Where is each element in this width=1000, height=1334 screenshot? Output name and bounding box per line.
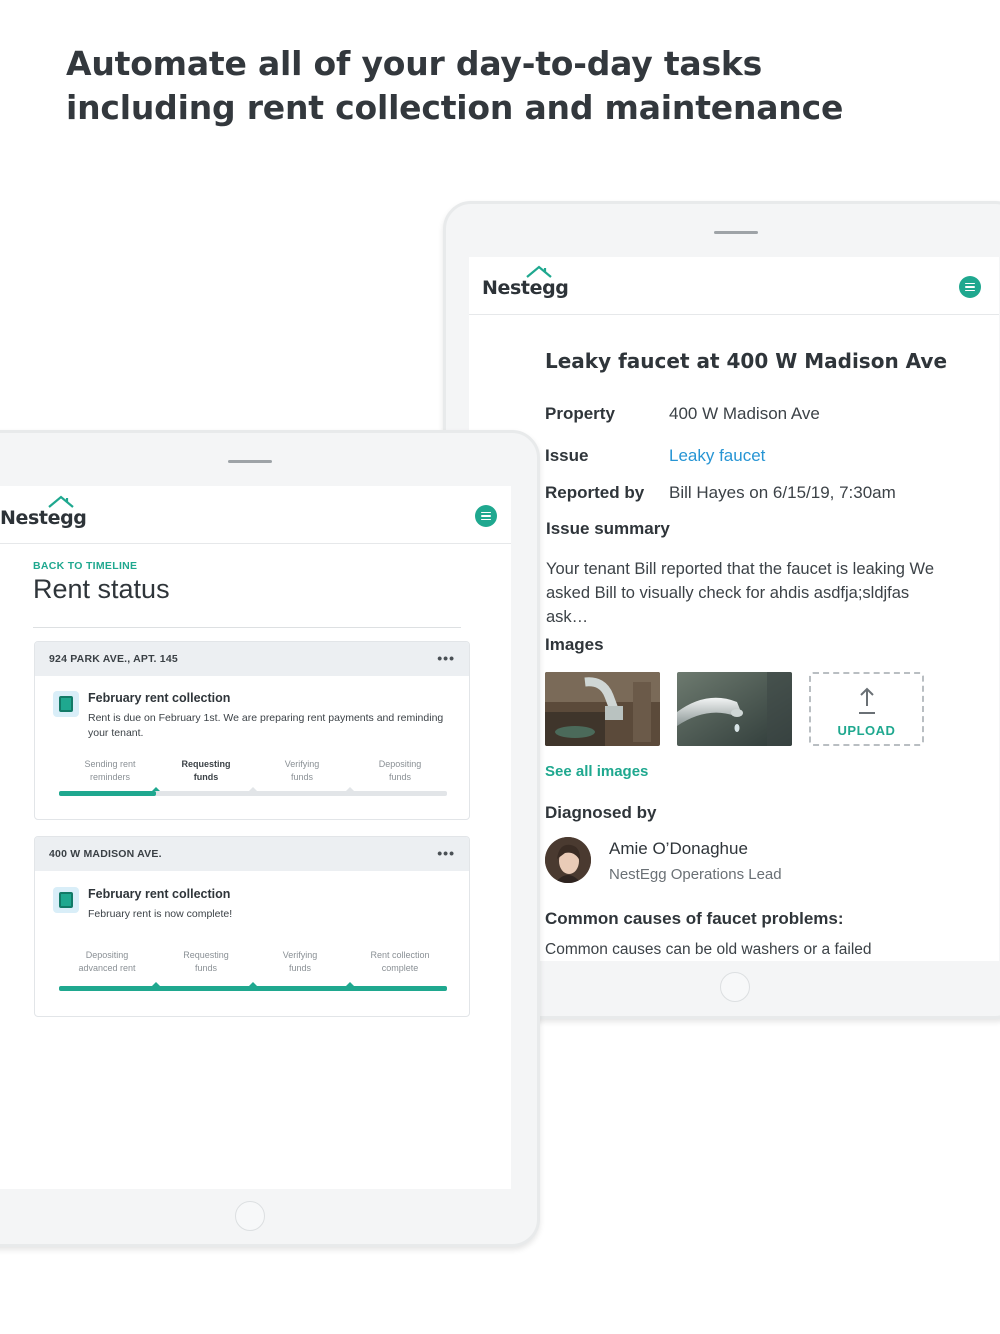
rent-card-description: February rent is now complete! <box>88 908 233 920</box>
rent-card-description: Rent is due on February 1st. We are prep… <box>88 712 444 739</box>
step-label: Requesting funds <box>181 759 231 782</box>
maintenance-screen: Nestegg Leaky faucet at 400 W Madison Av… <box>469 257 999 961</box>
issue-title: Leaky faucet at 400 W Madison Ave <box>545 349 948 373</box>
house-roof-icon <box>526 265 552 278</box>
progress-fill <box>59 791 156 796</box>
diagnosed-by-role: NestEgg Operations Lead <box>609 866 782 883</box>
rent-card[interactable]: 924 PARK AVE., APT. 145 ••• February ren… <box>34 641 470 820</box>
nestegg-logo[interactable]: Nestegg <box>482 265 569 299</box>
rent-card-header: 400 W MADISON AVE. ••• <box>35 837 469 871</box>
upload-label: UPLOAD <box>837 723 896 738</box>
app-header: Nestegg <box>0 486 511 544</box>
rent-card-address: 400 W MADISON AVE. <box>49 848 162 860</box>
back-to-timeline-link[interactable]: BACK TO TIMELINE <box>33 560 137 572</box>
headline-line-2: including rent collection and maintenanc… <box>66 88 844 127</box>
rent-money-icon <box>53 887 79 913</box>
diagnosed-by-name: Amie O’Donaghue <box>609 839 748 858</box>
home-button[interactable] <box>720 972 750 1002</box>
progress-notch <box>152 982 160 986</box>
rent-screen: Nestegg BACK TO TIMELINE Rent status 924… <box>0 486 511 1189</box>
property-label: Property <box>545 404 615 423</box>
step-label: Requesting funds <box>183 950 229 973</box>
step-label: Rent collection complete <box>370 950 430 973</box>
nestegg-logo[interactable]: Nestegg <box>0 495 87 529</box>
property-value: 400 W Madison Ave <box>669 404 820 423</box>
step-label: Verifying funds <box>282 950 318 973</box>
issue-summary-label: Issue summary <box>546 519 670 538</box>
menu-icon[interactable] <box>959 276 981 298</box>
progress-notch <box>152 787 160 791</box>
issue-image-pipe[interactable] <box>545 672 660 746</box>
tablet-speaker <box>228 460 272 463</box>
reported-by-value: Bill Hayes on 6/15/19, 7:30am <box>669 483 896 502</box>
rent-card-header: 924 PARK AVE., APT. 145 ••• <box>35 642 469 676</box>
progress-notch <box>249 787 257 791</box>
rent-card-address: 924 PARK AVE., APT. 145 <box>49 653 178 665</box>
step-label: Sending rent reminders <box>84 759 136 782</box>
logo-text: Nestegg <box>0 507 87 529</box>
progress-track <box>59 982 447 991</box>
reported-by-label: Reported by <box>545 483 645 502</box>
rent-card-title: February rent collection <box>88 691 231 705</box>
see-all-images-link[interactable]: See all images <box>545 763 648 780</box>
headline: Automate all of your day-to-day tasks in… <box>66 42 966 130</box>
more-options-icon[interactable]: ••• <box>437 650 455 666</box>
upload-image-button[interactable]: UPLOAD <box>809 672 924 746</box>
step-label: Depositing funds <box>378 759 422 782</box>
progress-track <box>59 787 447 796</box>
avatar <box>545 837 591 883</box>
progress-fill <box>59 986 447 991</box>
rent-tablet: Nestegg BACK TO TIMELINE Rent status 924… <box>0 430 540 1247</box>
issue-summary-text: Your tenant Bill reported that the fauce… <box>546 560 934 626</box>
page-title: Rent status <box>33 574 170 604</box>
step-label: Depositing advanced rent <box>78 950 136 973</box>
app-header: Nestegg <box>469 257 999 315</box>
logo-text: Nestegg <box>482 277 569 299</box>
divider <box>33 627 461 628</box>
issue-link[interactable]: Leaky faucet <box>669 446 765 466</box>
house-roof-icon <box>48 495 74 508</box>
rent-card[interactable]: 400 W MADISON AVE. ••• February rent col… <box>34 836 470 1017</box>
common-causes-text: Common causes can be old washers or a fa… <box>545 941 872 958</box>
rent-card-title: February rent collection <box>88 887 231 901</box>
diagnosed-by-label: Diagnosed by <box>545 803 657 822</box>
issue-label: Issue <box>545 446 589 465</box>
progress-notch <box>249 982 257 986</box>
more-options-icon[interactable]: ••• <box>437 845 455 861</box>
menu-icon[interactable] <box>475 505 497 527</box>
issue-image-faucet[interactable] <box>677 672 792 746</box>
progress-notch <box>346 982 354 986</box>
home-button[interactable] <box>235 1201 265 1231</box>
progress-notch <box>346 787 354 791</box>
upload-arrow-icon <box>859 687 875 714</box>
images-label: Images <box>545 635 604 654</box>
headline-line-1: Automate all of your day-to-day tasks <box>66 44 763 83</box>
tablet-speaker <box>714 231 758 234</box>
common-causes-title: Common causes of faucet problems: <box>545 909 844 928</box>
rent-money-icon <box>53 691 79 717</box>
step-label: Verifying funds <box>284 759 320 782</box>
